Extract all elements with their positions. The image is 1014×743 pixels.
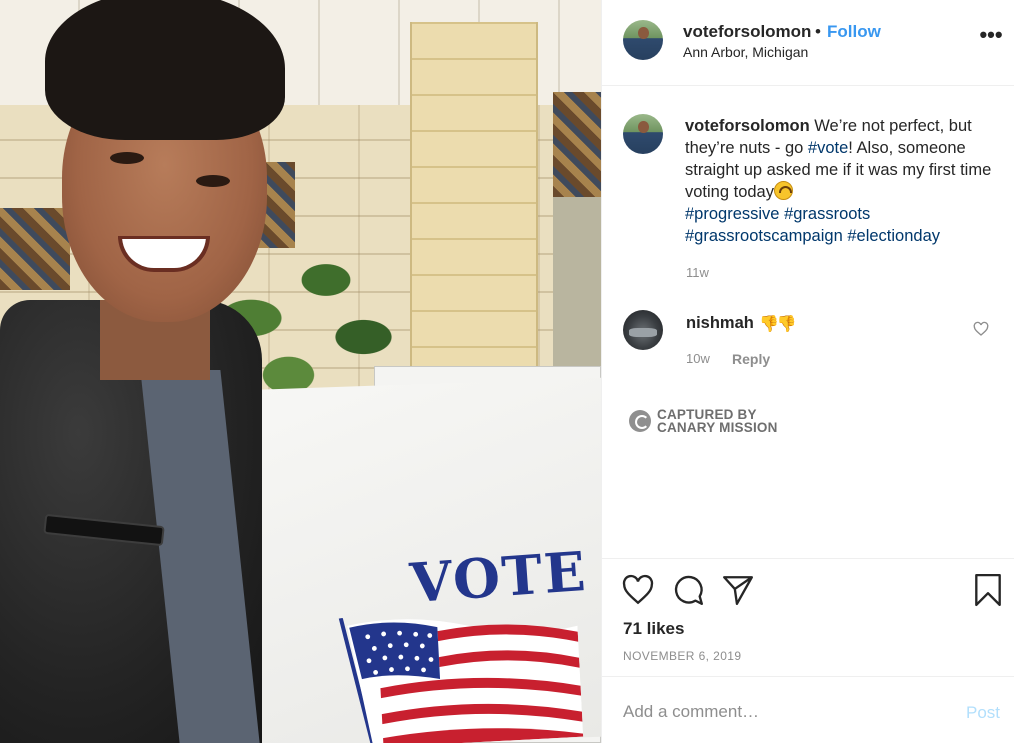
curtain-drape bbox=[553, 197, 601, 367]
upside-down-face-emoji-icon bbox=[773, 181, 793, 200]
likes-count[interactable]: 71 likes bbox=[623, 619, 684, 639]
eye bbox=[196, 175, 230, 187]
more-options-icon[interactable]: ••• bbox=[979, 24, 1003, 48]
commenter-avatar[interactable] bbox=[623, 310, 663, 350]
eye bbox=[110, 152, 144, 164]
wall-pillar bbox=[410, 22, 538, 382]
author-username-link[interactable]: voteforsolomon bbox=[683, 22, 811, 42]
hashtag-link[interactable]: #electionday bbox=[847, 227, 940, 245]
post-location-link[interactable]: Ann Arbor, Michigan bbox=[683, 44, 808, 60]
bookmark-icon[interactable] bbox=[971, 573, 1005, 607]
booth-vote-text: VOTE bbox=[407, 538, 590, 616]
canary-mission-watermark: CAPTURED BY CANARY MISSION bbox=[629, 408, 829, 438]
author-avatar[interactable] bbox=[623, 20, 663, 60]
caption-username-link[interactable]: voteforsolomon bbox=[685, 117, 810, 135]
post-date[interactable]: NOVEMBER 6, 2019 bbox=[623, 649, 741, 663]
hashtag-link[interactable]: #progressive bbox=[685, 205, 779, 223]
post-comment-button[interactable]: Post bbox=[966, 703, 1000, 723]
comment-icon[interactable] bbox=[671, 573, 705, 607]
caption-author-avatar[interactable] bbox=[623, 114, 663, 154]
hashtag-link[interactable]: #vote bbox=[808, 139, 848, 157]
post-side-panel: voteforsolomon • Follow Ann Arbor, Michi… bbox=[601, 0, 1014, 743]
comment-text: 👎👎 bbox=[759, 316, 797, 333]
post-photo[interactable]: VOTE bbox=[0, 0, 601, 743]
hashtag-link[interactable]: #grassroots bbox=[784, 205, 870, 223]
canary-logo-icon bbox=[629, 410, 651, 432]
heart-icon[interactable] bbox=[621, 573, 655, 607]
follow-button[interactable]: Follow bbox=[827, 22, 881, 42]
post-caption: voteforsolomon We’re not perfect, but th… bbox=[685, 115, 995, 247]
post-actions: 71 likes NOVEMBER 6, 2019 bbox=[602, 558, 1014, 676]
share-icon[interactable] bbox=[721, 573, 755, 607]
reply-button[interactable]: Reply bbox=[732, 351, 770, 367]
comment-timestamp[interactable]: 10w bbox=[686, 351, 710, 366]
add-comment-bar: Post bbox=[602, 676, 1014, 743]
curtain-valance bbox=[553, 92, 601, 197]
watermark-line: CANARY MISSION bbox=[657, 420, 778, 435]
hashtag-link[interactable]: #grassrootscampaign bbox=[685, 227, 843, 245]
header-separator: • bbox=[815, 22, 821, 41]
comment-input[interactable] bbox=[623, 697, 943, 727]
curtain-valance bbox=[0, 208, 70, 290]
american-flag-graphic bbox=[338, 617, 584, 743]
caption-timestamp[interactable]: 11w bbox=[686, 265, 709, 280]
commenter-username-link[interactable]: nishmah bbox=[686, 314, 754, 333]
comment-like-heart-icon[interactable] bbox=[973, 321, 989, 337]
post-header: voteforsolomon • Follow Ann Arbor, Michi… bbox=[602, 0, 1014, 86]
person-hair bbox=[45, 0, 285, 140]
